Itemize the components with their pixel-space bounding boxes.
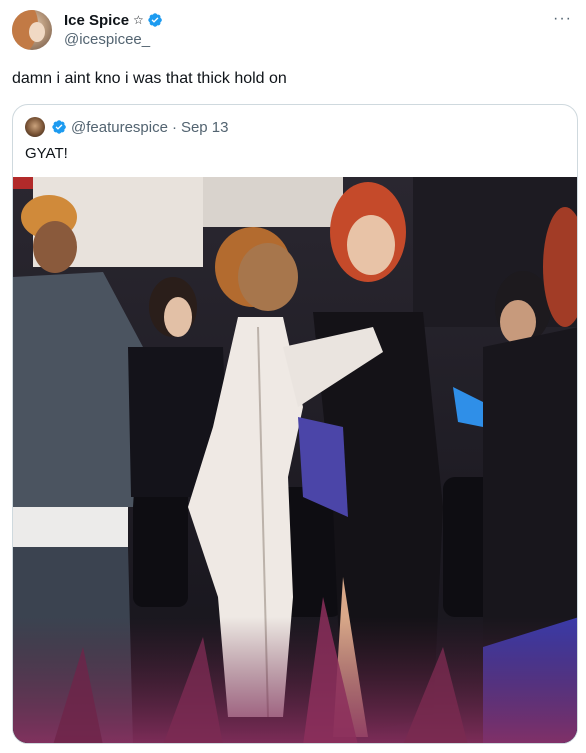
quoted-author-avatar[interactable] — [25, 117, 45, 137]
quoted-tweet-photo[interactable] — [13, 177, 577, 743]
tweet-card[interactable]: Ice Spice ☆ @icespicee_ ··· damn i aint … — [0, 0, 586, 753]
quoted-author-handle[interactable]: @featurespice — [71, 119, 168, 136]
tweet-text: damn i aint kno i was that thick hold on — [12, 70, 287, 87]
author-info: Ice Spice ☆ @icespicee_ — [64, 10, 163, 48]
star-icon: ☆ — [133, 13, 144, 27]
quoted-tweet-text: GYAT! — [25, 145, 68, 162]
author-avatar[interactable] — [12, 10, 52, 50]
verified-badge-icon — [148, 13, 162, 27]
quoted-tweet-date[interactable]: Sep 13 — [181, 119, 229, 136]
author-display-name[interactable]: Ice Spice — [64, 12, 129, 29]
quoted-tweet[interactable]: @featurespice · Sep 13 GYAT! — [12, 104, 578, 744]
quoted-tweet-header: @featurespice · Sep 13 — [25, 117, 229, 137]
more-options-icon[interactable]: ··· — [553, 10, 572, 28]
separator-dot: · — [171, 118, 177, 136]
author-handle[interactable]: @icespicee_ — [64, 31, 163, 48]
verified-badge-icon — [52, 120, 66, 134]
